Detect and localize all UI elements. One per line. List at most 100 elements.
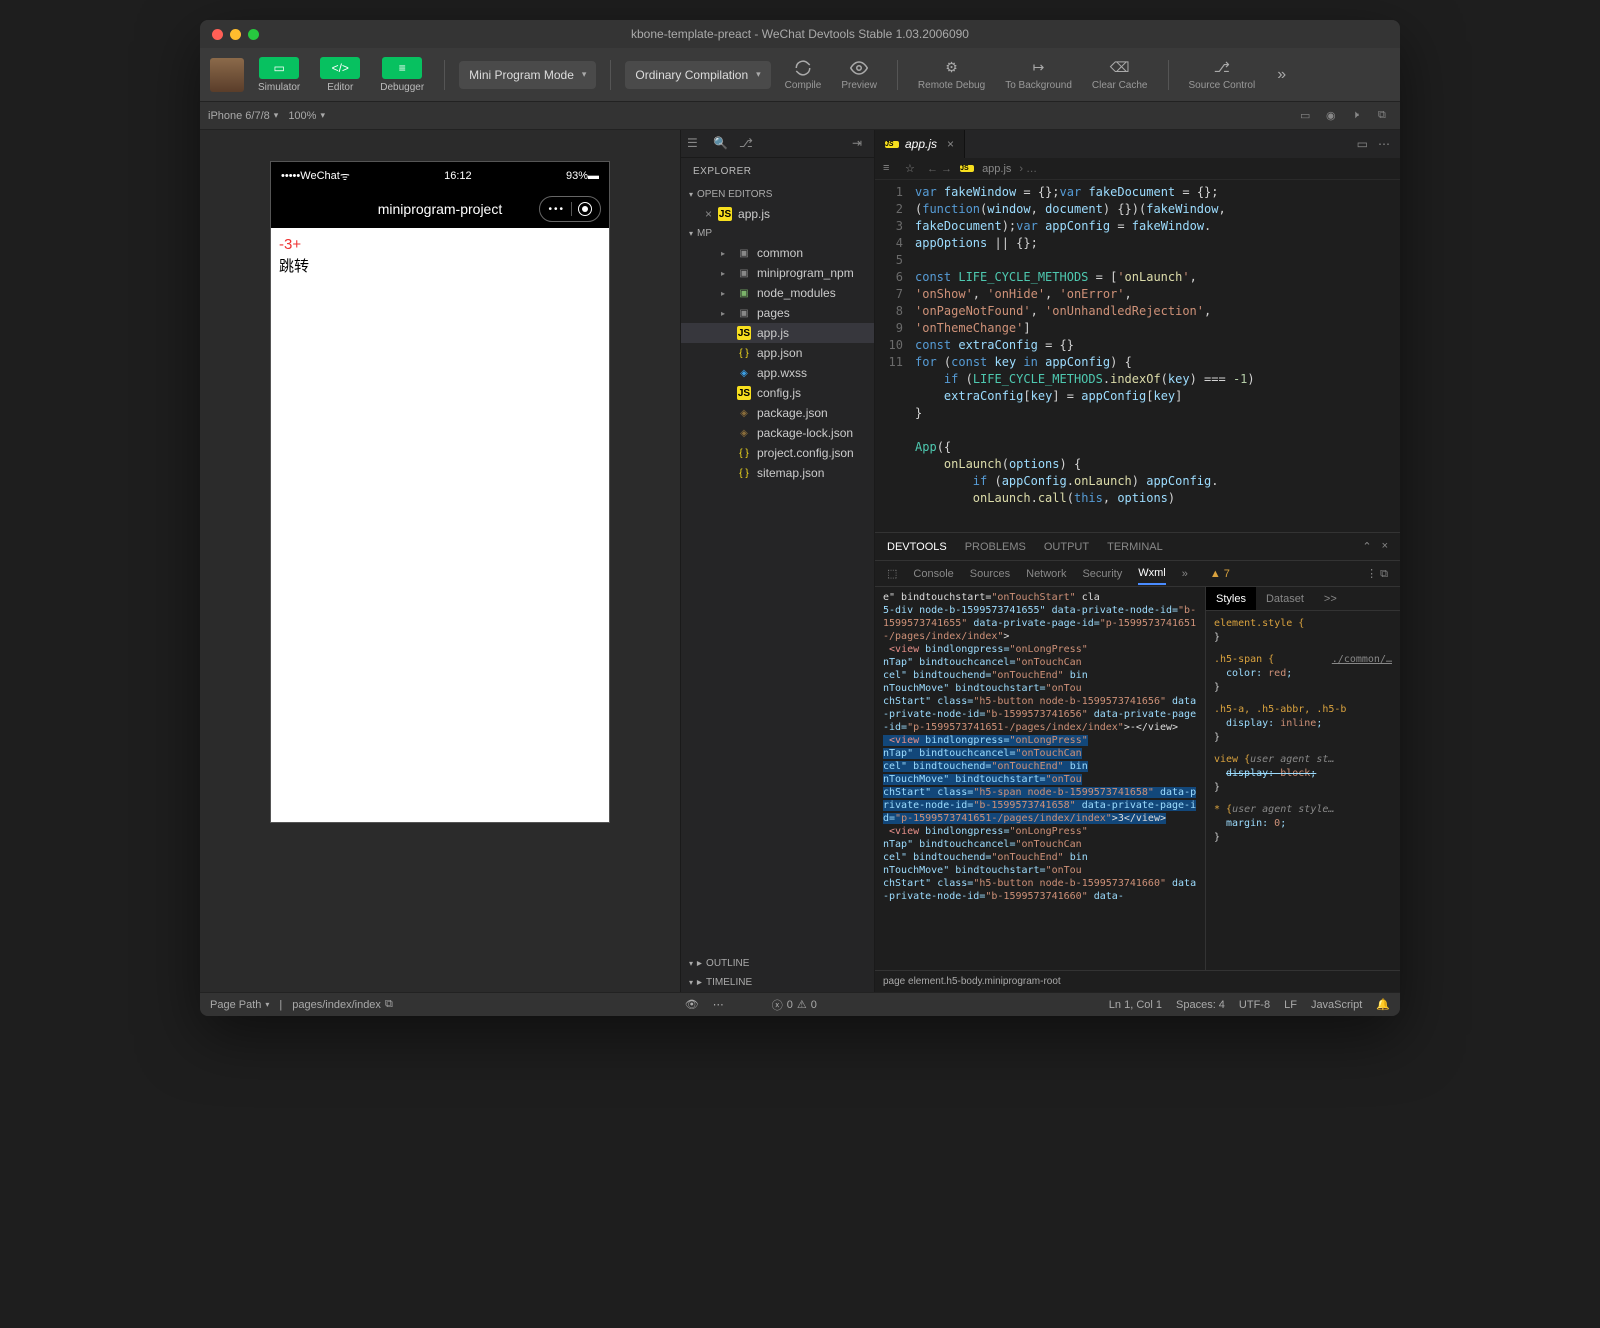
file-item[interactable]: { }app.json (681, 343, 874, 363)
phone-time: 16:12 (444, 170, 472, 182)
panel-close-icon[interactable]: × (1382, 540, 1388, 553)
file-item[interactable]: ◈package-lock.json (681, 423, 874, 443)
file-item[interactable]: JSapp.js (681, 323, 874, 343)
devtools-panel: DEVTOOLS PROBLEMS OUTPUT TERMINAL ⌃ × ⬚ Consol… (875, 532, 1400, 992)
problems-count[interactable]: ⓧ 0 ⚠ 0 (772, 997, 817, 1013)
record-icon[interactable]: ◉ (1326, 109, 1340, 123)
compile-dropdown[interactable]: Ordinary Compilation (625, 61, 770, 89)
search-icon[interactable]: 🔍 (713, 136, 729, 152)
clear-cache-button[interactable]: ⌫ Clear Cache (1086, 57, 1154, 93)
close-window[interactable] (212, 29, 223, 40)
devtools-tab[interactable]: PROBLEMS (965, 541, 1026, 553)
simulator-panel: ••••• WeChat ᯤ 16:12 93% ▬ miniprogram-p… (200, 130, 680, 992)
subtab-more[interactable]: » (1182, 568, 1188, 580)
devtools-tab[interactable]: OUTPUT (1044, 541, 1089, 553)
compile-button[interactable]: Compile (779, 57, 828, 93)
devtools-subtab[interactable]: Console (913, 568, 953, 580)
spaces[interactable]: Spaces: 4 (1176, 999, 1225, 1011)
zoom-select[interactable]: 100% (288, 110, 325, 122)
file-item[interactable]: ▸▣common (681, 243, 874, 263)
snap-icon[interactable]: ⧉ (1378, 109, 1392, 123)
collapse-icon[interactable]: ⇥ (852, 136, 868, 152)
panel-up-icon[interactable]: ⌃ (1362, 540, 1371, 553)
minimize-window[interactable] (230, 29, 241, 40)
editor-panel: JS app.js × ▭ ⋯ ≡☆ ← → JS app.js› … 1234… (875, 130, 1400, 992)
more-icon[interactable]: ⋯ (1378, 137, 1390, 151)
mode-dropdown[interactable]: Mini Program Mode (459, 61, 596, 89)
bell-icon[interactable]: 🔔 (1376, 998, 1390, 1011)
cursor-pos[interactable]: Ln 1, Col 1 (1109, 999, 1162, 1011)
file-item[interactable]: ▸▣pages (681, 303, 874, 323)
devtools-subtab[interactable]: Wxml (1138, 567, 1166, 585)
file-item[interactable]: { }project.config.json (681, 443, 874, 463)
source-control-button[interactable]: ⎇ Source Control (1183, 57, 1262, 93)
encoding[interactable]: UTF-8 (1239, 999, 1270, 1011)
editor-toggle[interactable]: </>Editor (314, 55, 366, 95)
to-background-button[interactable]: ↦ To Background (999, 57, 1078, 93)
phone-navbar: miniprogram-project ••• (271, 190, 609, 228)
outline-section[interactable]: ▾OUTLINE (681, 954, 874, 973)
wifi-icon: ᯤ (340, 169, 350, 184)
open-editor-item[interactable]: × JS app.js (681, 204, 874, 224)
preview-button[interactable]: Preview (835, 57, 883, 93)
more-status-icon[interactable]: ⋯ (713, 998, 724, 1011)
styles-more[interactable]: >> (1314, 593, 1347, 605)
devtools-subtabs: ⬚ Console Sources Network Security Wxml » ▲ 7 ⋮… (875, 561, 1400, 587)
scm-icon[interactable]: ⎇ (739, 136, 755, 152)
file-item[interactable]: JSconfig.js (681, 383, 874, 403)
maximize-window[interactable] (248, 29, 259, 40)
timeline-section[interactable]: ▾TIMELINE (681, 973, 874, 992)
file-item[interactable]: { }sitemap.json (681, 463, 874, 483)
wxml-tree[interactable]: e" bindtouchstart="onTouchStart" cla 5-d… (875, 587, 1205, 970)
page-content[interactable]: -3+ 跳转 (271, 228, 609, 822)
devtools-settings[interactable]: ⋮ ⧉ (1366, 567, 1388, 581)
devtools-tabs: DEVTOOLS PROBLEMS OUTPUT TERMINAL ⌃ × (875, 533, 1400, 561)
devtools-subtab[interactable]: Network (1026, 568, 1066, 580)
list-icon[interactable]: ☰ (687, 136, 703, 152)
styles-list[interactable]: element.style {}.h5-span {./common/…colo… (1206, 611, 1400, 970)
battery-pct: 93% (566, 170, 588, 182)
avatar[interactable] (210, 58, 244, 92)
battery-icon: ▬ (588, 170, 599, 182)
link-text[interactable]: 跳转 (279, 255, 601, 276)
code-editor[interactable]: 1234567891011 var fakeWindow = {};var fa… (875, 180, 1400, 532)
project-root[interactable]: MP (681, 224, 874, 243)
copy-icon[interactable]: ⧉ (385, 998, 393, 1011)
devtools-subtab[interactable]: Security (1082, 568, 1122, 580)
explorer-title: EXPLORER (681, 158, 874, 185)
editor-tab[interactable]: JS app.js × (875, 130, 965, 158)
eol[interactable]: LF (1284, 999, 1297, 1011)
inspect-icon[interactable]: ⬚ (887, 567, 897, 580)
breadcrumb[interactable]: ≡☆ ← → JS app.js› … (875, 158, 1400, 180)
signal-icon: ••••• (281, 170, 300, 182)
page-path[interactable]: Page Path ▾ | pages/index/index ⧉ (210, 998, 393, 1011)
app-window: kbone-template-preact - WeChat Devtools … (200, 20, 1400, 1016)
debugger-toggle[interactable]: ≡Debugger (374, 55, 430, 95)
simulator-toggle[interactable]: ▭Simulator (252, 55, 306, 95)
dataset-tab[interactable]: Dataset (1256, 593, 1314, 605)
capsule-menu[interactable]: ••• (539, 196, 601, 222)
devtools-subtab[interactable]: Sources (970, 568, 1010, 580)
nav-title: miniprogram-project (378, 201, 502, 217)
file-item[interactable]: ◈package.json (681, 403, 874, 423)
visibility-icon[interactable]: 👁 (685, 998, 699, 1011)
file-item[interactable]: ◈app.wxss (681, 363, 874, 383)
toolbar-more[interactable]: » (1269, 66, 1294, 84)
device-select[interactable]: iPhone 6/7/8 (208, 110, 278, 122)
styles-tab[interactable]: Styles (1206, 587, 1256, 610)
devtools-tab[interactable]: DEVTOOLS (887, 541, 947, 553)
devtools-tab[interactable]: TERMINAL (1107, 541, 1163, 553)
remote-debug-button[interactable]: ⚙ Remote Debug (912, 57, 991, 93)
split-icon[interactable]: ▭ (1357, 137, 1368, 151)
warning-badge[interactable]: ▲ 7 (1210, 568, 1230, 580)
top-toolbar: ▭Simulator </>Editor ≡Debugger Mini Prog… (200, 48, 1400, 102)
rotate-icon[interactable]: ▭ (1300, 109, 1314, 123)
file-item[interactable]: ▸▣miniprogram_npm (681, 263, 874, 283)
lang[interactable]: JavaScript (1311, 999, 1362, 1011)
mute-icon[interactable]: 🕨 (1352, 109, 1366, 123)
close-tab-icon[interactable]: × (947, 137, 954, 151)
open-editors-section[interactable]: OPEN EDITORS (681, 185, 874, 204)
file-item[interactable]: ▸▣node_modules (681, 283, 874, 303)
counter-text[interactable]: -3+ (279, 236, 601, 253)
element-crumb[interactable]: page element.h5-body.miniprogram-root (875, 970, 1400, 992)
